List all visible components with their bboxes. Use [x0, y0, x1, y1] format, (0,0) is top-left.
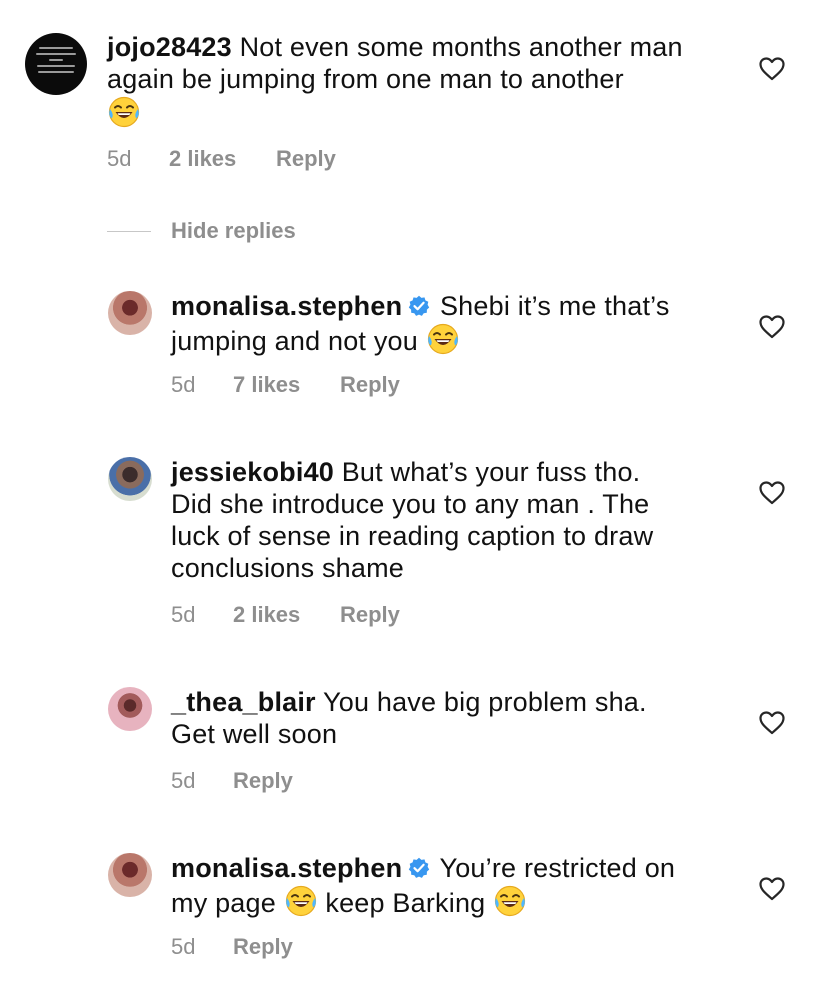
reply-meta: 5d 2 likes Reply [171, 602, 400, 628]
reply-likes[interactable]: 7 likes [233, 372, 340, 398]
comment-body: jojo28423 Not even some months another m… [107, 31, 747, 130]
comment-username[interactable]: jojo28423 [107, 32, 232, 62]
avatar[interactable] [108, 853, 152, 897]
heart-icon[interactable] [759, 877, 785, 901]
reply-text-line: You’re restricted on [439, 853, 676, 883]
reply-username[interactable]: _thea_blair [171, 687, 316, 717]
reply-time: 5d [171, 602, 196, 627]
reply-meta: 5d 7 likes Reply [171, 372, 400, 398]
reply-button[interactable]: Reply [340, 372, 400, 398]
reply-text-line: You have big problem sha. [323, 687, 647, 717]
reply-body: _thea_blair You have big problem sha. Ge… [171, 686, 751, 750]
reply-body: jessiekobi40 But what’s your fuss tho. D… [171, 456, 751, 584]
reply-button[interactable]: Reply [340, 602, 400, 628]
avatar[interactable] [108, 291, 152, 335]
comment-meta: 5d 2 likes Reply [107, 146, 336, 172]
avatar[interactable] [25, 33, 87, 95]
reply-text-line: luck of sense in reading caption to draw [171, 521, 654, 551]
reply-username[interactable]: jessiekobi40 [171, 457, 334, 487]
reply-button[interactable]: Reply [233, 768, 293, 794]
reply-text-line: my page [171, 888, 276, 918]
avatar[interactable] [108, 457, 152, 501]
reply-body: monalisa.stephen Shebi it’s me that’s ju… [171, 290, 751, 357]
heart-icon[interactable] [759, 57, 785, 81]
reply-button[interactable]: Reply [276, 146, 336, 172]
verified-badge-icon [408, 295, 430, 317]
reply-button[interactable]: Reply [233, 934, 293, 960]
reply-time: 5d [171, 934, 196, 959]
reply-meta: 5d Reply [171, 934, 293, 960]
reply-text-line: But what’s your fuss tho. [341, 457, 641, 487]
reply-text-line: Did she introduce you to any man . The [171, 489, 650, 519]
face-with-tears-of-joy-emoji [284, 884, 318, 918]
avatar[interactable] [108, 687, 152, 731]
reply-meta: 5d Reply [171, 768, 293, 794]
hide-replies-button[interactable]: Hide replies [107, 218, 296, 244]
divider-line [107, 230, 151, 232]
reply-likes[interactable]: 2 likes [233, 602, 340, 628]
avatar-image-text [34, 47, 78, 77]
reply-text-line: conclusions shame [171, 553, 405, 583]
reply-username[interactable]: monalisa.stephen [171, 853, 402, 883]
comment-time: 5d [107, 146, 132, 171]
hide-replies-label: Hide replies [171, 218, 296, 243]
face-with-tears-of-joy-emoji [493, 884, 527, 918]
reply-time: 5d [171, 372, 196, 397]
verified-badge-icon [408, 857, 430, 879]
reply-body: monalisa.stephen You’re restricted on my… [171, 852, 751, 919]
reply-time: 5d [171, 768, 196, 793]
reply-text-line: Get well soon [171, 719, 338, 749]
reply-username[interactable]: monalisa.stephen [171, 291, 402, 321]
face-with-tears-of-joy-emoji [107, 95, 141, 129]
heart-icon[interactable] [759, 315, 785, 339]
heart-icon[interactable] [759, 481, 785, 505]
face-with-tears-of-joy-emoji [426, 322, 460, 356]
reply-text-line: keep Barking [325, 888, 486, 918]
heart-icon[interactable] [759, 711, 785, 735]
comment-likes[interactable]: 2 likes [169, 146, 276, 172]
